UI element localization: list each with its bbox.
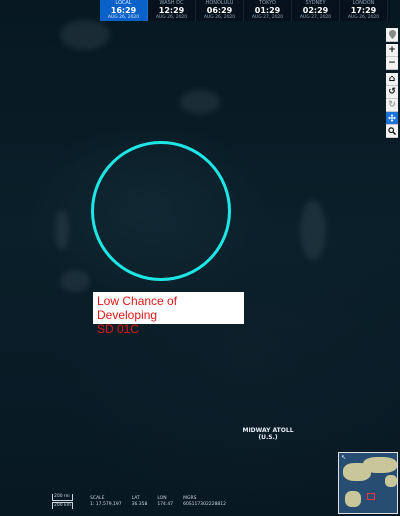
zoom-out-icon[interactable]: −: [386, 57, 398, 70]
zone-time: 17:29: [350, 6, 377, 15]
zone-date: AUG 27, 2020: [299, 15, 332, 20]
cloud-patch: [300, 200, 326, 260]
scale-miles: 200 mi: [52, 494, 73, 501]
coordinate-readout: SCALE 1: 17,579,197 LAT 36.358 LON 174.4…: [90, 496, 226, 508]
storm-id-text: SD 01C: [97, 322, 140, 336]
search-icon[interactable]: [386, 125, 398, 138]
zone-date: AUG 26, 2020: [107, 15, 140, 20]
overview-minimap[interactable]: ↖: [338, 452, 398, 514]
pan-icon[interactable]: [386, 112, 398, 125]
time-zone-tokyo[interactable]: TOKYO 01:29 AUG 27, 2020: [244, 0, 292, 21]
time-zone-bar: LOCAL 16:29 AUG 26, 2020 WASH DC 12:29 A…: [100, 0, 390, 21]
zone-date: AUG 26, 2020: [155, 15, 188, 20]
cloud-patch: [60, 20, 110, 50]
place-name: MIDWAY ATOLL: [242, 427, 294, 434]
zone-time: 06:29: [206, 6, 233, 15]
time-zone-honolulu[interactable]: HONOLULU 06:29 AUG 26, 2020: [196, 0, 244, 21]
redo-icon[interactable]: ↻: [386, 99, 398, 112]
zoom-in-icon[interactable]: +: [386, 44, 398, 57]
cloud-patch: [60, 270, 90, 292]
storm-outlook-text: Low Chance of Developing: [97, 294, 178, 322]
minimap-viewport-frame[interactable]: [367, 493, 375, 500]
zone-time: 16:29: [110, 6, 137, 15]
scale-value: 1: 17,579,197: [90, 502, 122, 507]
map-toolbar: + − ⌂ ↺ ↻: [386, 28, 398, 138]
zone-time: 12:29: [158, 6, 185, 15]
place-label-midway: MIDWAY ATOLL (U.S.): [238, 427, 298, 441]
zone-date: AUG 26, 2020: [347, 15, 380, 20]
scale-bar: 200 mi 200 km: [52, 494, 73, 509]
time-zone-sydney[interactable]: SYDNEY 02:29 AUG 27, 2020: [292, 0, 340, 21]
time-zone-london[interactable]: LONDON 17:29 AUG 26, 2020: [340, 0, 388, 21]
collapse-arrow-icon[interactable]: ↖: [341, 454, 346, 461]
zone-time: 02:29: [302, 6, 329, 15]
scale-km: 200 km: [52, 502, 73, 509]
undo-icon[interactable]: ↺: [386, 86, 398, 99]
zone-time: 01:29: [254, 6, 281, 15]
zone-date: AUG 27, 2020: [251, 15, 284, 20]
cloud-patch: [180, 90, 220, 114]
storm-outlook-label[interactable]: Low Chance of Developing SD 01C: [93, 292, 244, 336]
zone-date: AUG 26, 2020: [203, 15, 236, 20]
time-zone-wash-dc[interactable]: WASH DC 12:29 AUG 26, 2020: [148, 0, 196, 21]
minimap-land: [345, 491, 361, 507]
time-zone-local[interactable]: LOCAL 16:29 AUG 26, 2020: [100, 0, 148, 21]
storm-outlook-circle[interactable]: [91, 141, 231, 281]
minimap-land: [385, 475, 397, 487]
lat-value: 36.358: [131, 502, 148, 507]
cloud-patch: [55, 210, 69, 250]
lon-value: 174.47: [157, 502, 174, 507]
locate-icon[interactable]: [386, 28, 398, 42]
place-country: (U.S.): [258, 434, 278, 441]
mgrs-value: 60S117302228812: [183, 502, 227, 507]
minimap-land: [363, 457, 397, 473]
home-icon[interactable]: ⌂: [386, 73, 398, 86]
